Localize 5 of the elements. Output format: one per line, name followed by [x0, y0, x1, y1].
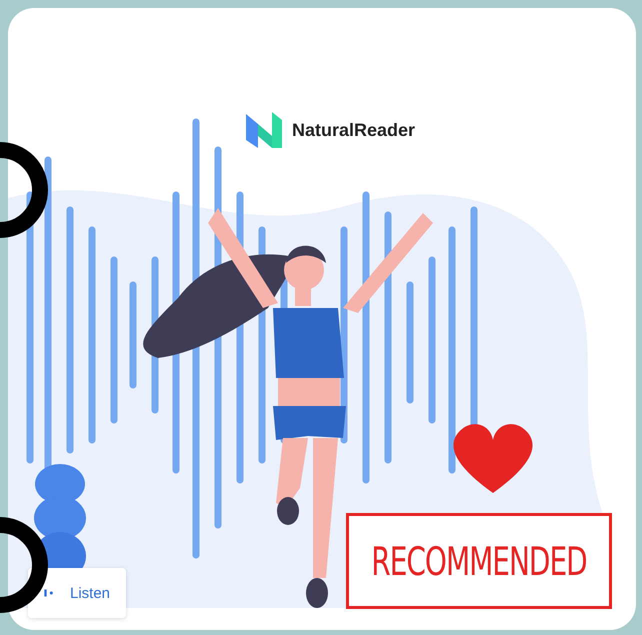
- listen-button[interactable]: Listen: [28, 568, 126, 618]
- brand-name: NaturalReader: [292, 120, 416, 140]
- stamp-label: RECOMMENDED: [371, 538, 587, 584]
- logo-icon: [244, 110, 284, 150]
- heart-icon: [453, 424, 533, 493]
